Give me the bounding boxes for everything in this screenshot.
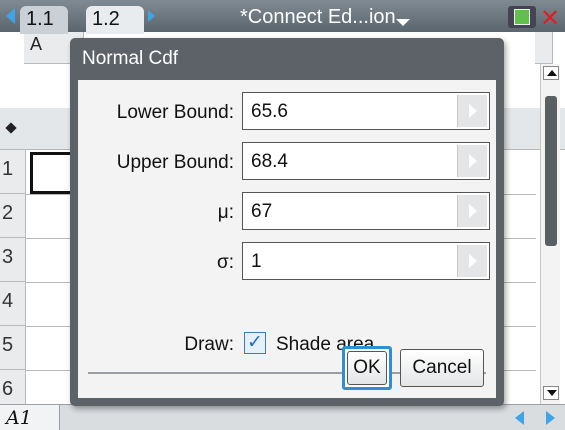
mean-field[interactable]: 67	[242, 192, 490, 230]
vertical-scrollbar[interactable]	[540, 64, 560, 404]
column-header-right	[535, 32, 553, 64]
chevron-down-icon[interactable]	[396, 19, 410, 26]
mean-label: μ:	[217, 202, 234, 223]
tab-label: 1.1	[26, 8, 54, 30]
row-number: 3	[2, 246, 14, 268]
row-number: 2	[2, 202, 14, 224]
lower-bound-value: 65.6	[251, 101, 288, 122]
row-number: 1	[2, 158, 14, 180]
row-number: 4	[2, 290, 14, 312]
calculator-screen: A 1 2 3 4 5 6 1.1 1.2 *Connect Ed...ion …	[0, 0, 565, 430]
document-title[interactable]: *Connect Ed...ion	[240, 6, 396, 29]
row-header[interactable]: 5	[0, 326, 26, 370]
arrow-right-icon[interactable]	[457, 195, 487, 227]
close-icon[interactable]: ✕	[540, 4, 560, 33]
row-number: 5	[2, 334, 14, 356]
page-back-icon[interactable]	[6, 8, 15, 24]
tab-forward-icon[interactable]	[148, 10, 155, 22]
sigma-field[interactable]: 1	[242, 242, 490, 280]
shade-area-checkbox[interactable]: ✓	[244, 332, 266, 354]
cancel-button[interactable]: Cancel	[400, 349, 484, 387]
ok-button[interactable]: OK	[342, 346, 392, 390]
scrollbar-thumb[interactable]	[545, 96, 557, 246]
row-header[interactable]: 1	[0, 150, 26, 194]
row-number: 6	[2, 378, 14, 400]
status-bar: A1	[0, 404, 565, 430]
mean-value: 67	[251, 201, 273, 222]
scroll-down-icon[interactable]	[543, 386, 559, 400]
dialog-body: Lower Bound: 65.6 Upper Bound: 68.4 μ: 6…	[78, 80, 496, 398]
row-header[interactable]: 3	[0, 238, 26, 282]
sigma-label: σ:	[216, 252, 234, 273]
ok-button-label: OK	[347, 351, 387, 385]
dialog-title: Normal Cdf	[82, 48, 179, 69]
battery-icon	[508, 6, 536, 28]
lower-bound-field[interactable]: 65.6	[242, 92, 490, 130]
upper-bound-field[interactable]: 68.4	[242, 142, 490, 180]
sigma-value: 1	[251, 251, 262, 272]
battery-level	[514, 9, 530, 25]
cell-reference[interactable]: A1	[0, 405, 60, 430]
arrow-right-icon[interactable]	[457, 145, 487, 177]
arrow-right-icon[interactable]	[457, 95, 487, 127]
normal-cdf-dialog: Normal Cdf Lower Bound: 65.6 Upper Bound…	[70, 38, 504, 406]
checkmark-icon: ✓	[247, 332, 263, 353]
column-header-a-label: A	[30, 34, 43, 54]
lower-bound-label: Lower Bound:	[116, 102, 234, 123]
tab-1-2[interactable]: 1.2	[86, 6, 144, 34]
tab-1-1[interactable]: 1.1	[20, 6, 68, 34]
formula-diamond-icon	[5, 122, 17, 134]
row-header[interactable]: 2	[0, 194, 26, 238]
tab-label: 1.2	[92, 8, 120, 30]
scroll-up-icon[interactable]	[543, 66, 559, 80]
nav-right-icon[interactable]	[546, 411, 555, 425]
upper-bound-label: Upper Bound:	[116, 152, 234, 173]
arrow-right-icon[interactable]	[457, 245, 487, 277]
tab-bar: 1.1 1.2 *Connect Ed...ion ✕	[0, 0, 565, 34]
row-header[interactable]: 4	[0, 282, 26, 326]
nav-left-icon[interactable]	[515, 411, 524, 425]
draw-label: Draw:	[184, 334, 234, 355]
upper-bound-value: 68.4	[251, 151, 288, 172]
